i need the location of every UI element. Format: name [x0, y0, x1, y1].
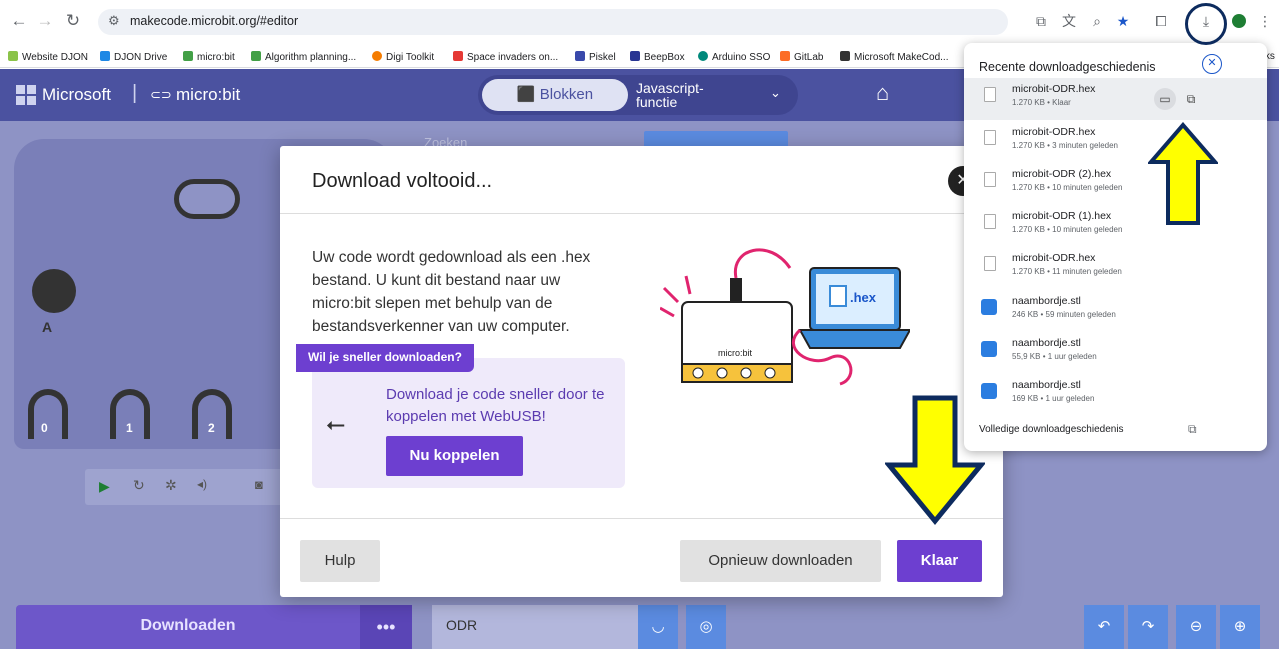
screenshot-icon[interactable]: ◙	[255, 477, 263, 492]
forward-icon[interactable]: →	[34, 10, 56, 32]
translate-icon[interactable]: 文	[1058, 10, 1080, 32]
download-illustration: .hex micro:bit	[660, 248, 910, 386]
full-history-link[interactable]: Volledige downloadgeschiedenis	[979, 424, 1124, 435]
home-icon[interactable]: ⌂	[876, 80, 889, 106]
mute-icon[interactable]: ◂)	[197, 477, 207, 491]
bookmark-item[interactable]: Digi Toolkit	[372, 51, 434, 63]
brand-label: Microsoft	[42, 85, 111, 104]
button-a-label: A	[42, 319, 53, 335]
open-external-icon[interactable]: ⧉	[1180, 88, 1202, 110]
bookmark-item[interactable]: Arduino SSO	[698, 51, 770, 63]
redownload-button[interactable]: Opnieuw downloaden	[680, 540, 881, 582]
bookmark-item[interactable]: BeepBox	[630, 51, 685, 63]
bookmark-item[interactable]: DJON Drive	[100, 51, 167, 63]
bookmark-item[interactable]: GitLab	[780, 51, 823, 63]
downloads-bubble: Recente downloadgeschiedenis ✕ microbit-…	[964, 43, 1267, 451]
restart-icon[interactable]: ↻	[133, 477, 145, 494]
download-item[interactable]: microbit-ODR.hex 1.270 KB • 11 minuten g…	[964, 247, 1267, 289]
board-logo	[174, 179, 240, 219]
microbit-logo-icon: ⊂⊃	[150, 87, 172, 102]
download-item[interactable]: microbit-ODR (1).hex 1.270 KB • 10 minut…	[964, 205, 1267, 247]
address-bar[interactable]: ⚙ makecode.microbit.org/#editor	[98, 9, 1008, 35]
reload-icon[interactable]: ↻	[62, 10, 84, 32]
help-button[interactable]: Hulp	[300, 540, 380, 582]
chevron-down-icon[interactable]: ⌄	[770, 85, 781, 101]
back-icon[interactable]: ←	[8, 10, 30, 32]
microsoft-logo-icon	[16, 85, 36, 105]
undo-icon[interactable]: ↶	[1084, 605, 1124, 649]
download-more-button[interactable]: •••	[360, 605, 412, 649]
bookmark-item[interactable]: Space invaders on...	[453, 51, 558, 63]
file-icon	[984, 130, 996, 145]
button-a[interactable]	[32, 269, 76, 313]
play-icon[interactable]: ▶	[99, 478, 110, 495]
download-button[interactable]: Downloaden •••	[16, 605, 412, 649]
done-button[interactable]: Klaar	[897, 540, 982, 582]
github-icon[interactable]: ◎	[686, 605, 726, 649]
zoom-icon[interactable]: ⌕	[1086, 10, 1108, 32]
download-item[interactable]: microbit-ODR.hex 1.270 KB • 3 minuten ge…	[964, 121, 1267, 163]
bookmark-item[interactable]: Piskel	[575, 51, 616, 63]
downloads-title: Recente downloadgeschiedenis	[979, 60, 1156, 74]
dialog-divider	[280, 213, 1003, 214]
pin-1-label: 1	[126, 421, 133, 435]
bookmark-item[interactable]: Website DJON	[8, 51, 88, 63]
browser-toolbar: ← → ↻ ⚙ makecode.microbit.org/#editor ⧉ …	[0, 0, 1279, 46]
editor-mode-toggle: ⬛ Blokken Javascript- functie ⌄	[478, 75, 798, 115]
file-icon	[984, 214, 996, 229]
bookmark-star-icon[interactable]: ★	[1112, 10, 1134, 32]
profile-avatar[interactable]	[1228, 10, 1250, 32]
dialog-body-text: Uw code wordt gedownload als een .hex be…	[312, 249, 591, 335]
download-item[interactable]: microbit-ODR.hex 1.270 KB • Klaar ▭ ⧉	[964, 78, 1267, 120]
usb-icon: ⭠	[326, 411, 346, 438]
pin-0-label: 0	[41, 421, 48, 435]
save-icon[interactable]: ◡	[638, 605, 678, 649]
simulator-controls: ▶ ↻ ✲ ◂) ◙	[85, 469, 285, 505]
site-info-icon[interactable]: ⚙	[108, 13, 120, 29]
puzzle-icon: ⬛	[516, 86, 540, 103]
stl-file-icon	[981, 341, 997, 357]
redo-icon[interactable]: ↷	[1128, 605, 1168, 649]
blocks-mode-button[interactable]: ⬛ Blokken	[482, 79, 628, 111]
product-label: micro:bit	[176, 85, 241, 104]
download-item[interactable]: naambordje.stl 169 KB • 1 uur geleden	[964, 374, 1267, 416]
debug-icon[interactable]: ✲	[165, 477, 177, 494]
arrow-up-annotation	[1148, 122, 1218, 225]
download-icon-highlight	[1185, 3, 1227, 45]
download-item[interactable]: naambordje.stl 246 KB • 59 minuten geled…	[964, 290, 1267, 332]
bookmark-item[interactable]: Algorithm planning...	[251, 51, 356, 63]
download-item[interactable]: microbit-ODR (2).hex 1.270 KB • 10 minut…	[964, 163, 1267, 205]
cast-icon[interactable]: ⧉	[1030, 10, 1052, 32]
pin-2-label: 2	[208, 421, 215, 435]
download-complete-dialog: Download voltooid... ✕ Uw code wordt ged…	[280, 146, 1003, 597]
zoom-in-icon[interactable]: ⊕	[1220, 605, 1260, 649]
pin-0[interactable]	[28, 389, 68, 439]
hex-label: .hex	[850, 290, 877, 305]
dialog-title: Download voltooid...	[312, 170, 493, 192]
bottom-bar: Downloaden ••• ODR ◡ ◎ ↶ ↷ ⊖ ⊕	[0, 599, 1279, 649]
connect-button[interactable]: Nu koppelen	[386, 436, 523, 476]
file-icon	[984, 172, 996, 187]
url-text: makecode.microbit.org/#editor	[130, 14, 299, 28]
project-name-input[interactable]: ODR	[432, 605, 638, 649]
microbit-label: micro:bit	[718, 348, 753, 358]
file-icon	[984, 256, 996, 271]
file-icon	[984, 87, 996, 102]
open-external-icon[interactable]: ⧉	[1188, 422, 1197, 437]
extensions-icon[interactable]: ⧠	[1150, 10, 1172, 32]
bookmark-item[interactable]: micro:bit	[183, 51, 235, 63]
webusb-text: Download je code sneller door te koppele…	[386, 386, 605, 425]
arrow-down-annotation	[885, 395, 985, 525]
bookmark-item[interactable]: Microsoft MakeCod...	[840, 51, 948, 63]
webusb-tag: Wil je sneller downloaden?	[296, 344, 474, 372]
javascript-mode-button[interactable]: Javascript- functie	[636, 79, 756, 111]
close-icon[interactable]: ✕	[1202, 54, 1222, 74]
download-item[interactable]: naambordje.stl 55,9 KB • 1 uur geleden	[964, 332, 1267, 374]
zoom-out-icon[interactable]: ⊖	[1176, 605, 1216, 649]
menu-icon[interactable]: ⋮	[1254, 10, 1276, 32]
folder-icon[interactable]: ▭	[1154, 88, 1176, 110]
header-divider: |	[132, 82, 138, 104]
stl-file-icon	[981, 299, 997, 315]
